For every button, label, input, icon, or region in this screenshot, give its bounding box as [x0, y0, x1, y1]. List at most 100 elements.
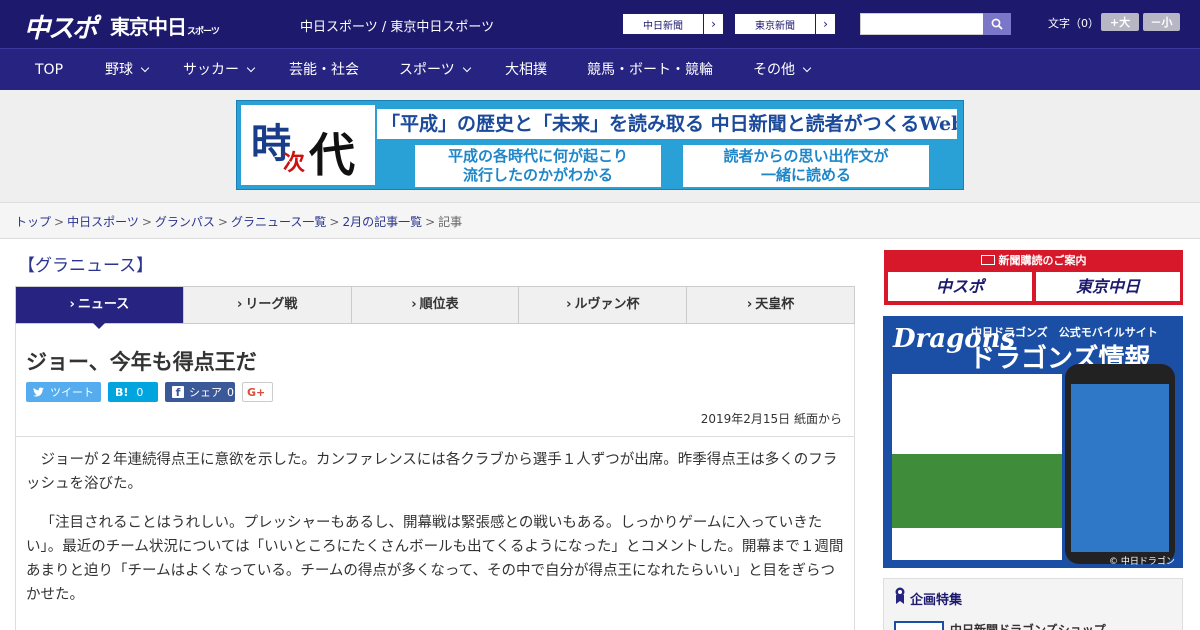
banner-box-left-line2: 流行したのかがわかる	[462, 166, 613, 184]
tab-label: リーグ戦	[245, 297, 298, 312]
chevron-down-icon	[462, 63, 471, 73]
breadcrumb-link-chuspo[interactable]: 中日スポーツ	[67, 215, 139, 229]
article-paragraph-2: 「注目されることはうれしい。プレッシャーもあるし、開幕戦は緊張感との戦いもある。…	[26, 515, 844, 603]
tweet-label: ツイート	[50, 386, 94, 399]
chunichi-shimbun-button[interactable]: 中日新聞 ›	[622, 13, 724, 35]
tab-label: 順位表	[419, 297, 459, 312]
font-size-label: 文字（0）	[1048, 17, 1099, 30]
hatena-icon: B!	[115, 385, 129, 399]
font-smaller-button[interactable]: －小	[1143, 13, 1180, 31]
tokyo-shimbun-label: 東京新聞	[755, 20, 795, 32]
nav-item-entertainment[interactable]: 芸能・社会	[289, 49, 359, 91]
facebook-count: 0	[227, 385, 234, 399]
nav-item-label: TOP	[35, 62, 64, 78]
search-button[interactable]	[983, 13, 1011, 35]
google-plus-icon: G+	[247, 385, 266, 399]
ribbon-icon	[895, 587, 905, 604]
nav-item-label: スポーツ	[399, 62, 455, 78]
tab-label: 天皇杯	[755, 297, 795, 312]
subscription-header-label: 新聞購読のご案内	[998, 254, 1087, 267]
breadcrumb-separator: >	[329, 215, 340, 229]
article-divider	[16, 436, 854, 437]
breadcrumb-link-grampus[interactable]: グランパス	[155, 215, 215, 229]
nav-item-sports[interactable]: スポーツ	[399, 49, 471, 91]
tab-league[interactable]: › リーグ戦	[184, 287, 352, 323]
breadcrumb-bar: トップ > 中日スポーツ > グランパス > グラニュース一覧 >2月の記事一覧 > 記事	[0, 202, 1200, 239]
hatena-bookmark-button[interactable]: B! 0	[108, 382, 158, 402]
breadcrumb-link-top[interactable]: トップ	[15, 215, 51, 229]
chevron-right-icon: ›	[746, 297, 753, 312]
baseball-field-image	[892, 454, 1062, 528]
chunichi-shimbun-label: 中日新聞	[643, 20, 683, 32]
search-input[interactable]	[860, 13, 984, 35]
breadcrumb-separator: >	[141, 215, 152, 229]
chevron-right-icon: ›	[703, 14, 723, 34]
nav-item-label: サッカー	[183, 62, 239, 78]
tokyo-chunichi-logo[interactable]: 東京中日スポーツ	[110, 11, 220, 40]
nav-item-label: 大相撲	[505, 62, 547, 78]
tab-levain-cup[interactable]: › ルヴァン杯	[519, 287, 688, 323]
nav-item-other[interactable]: その他	[753, 49, 812, 91]
tab-standings[interactable]: › 順位表	[352, 287, 520, 323]
font-larger-button[interactable]: +大	[1101, 13, 1139, 31]
category-tabs: › ニュース › リーグ戦 › 順位表 › ルヴァン杯 › 天皇杯	[15, 286, 855, 329]
tweet-button[interactable]: ツイート	[26, 382, 101, 402]
nav-item-baseball[interactable]: 野球	[105, 49, 150, 91]
chevron-right-icon: ›	[566, 297, 572, 312]
banner-area: 時 次 代 「平成」の歴史と「未来」を読み取る 中日新聞と読者がつくるWebサイ…	[0, 90, 1200, 202]
banner-box-right: 読者からの思い出作文が 一緒に読める	[683, 145, 929, 187]
banner-box-right-line1: 読者からの思い出作文が	[723, 147, 889, 165]
tab-label: ニュース	[77, 297, 130, 312]
main-nav: TOP 野球 サッカー 芸能・社会 スポーツ 大相撲 競馬・ボート・競輪 その他	[0, 48, 1200, 90]
tokyo-chunichi-logo-small: スポーツ	[187, 27, 220, 37]
nav-item-sumo[interactable]: 大相撲	[505, 49, 547, 91]
nav-item-label: 芸能・社会	[289, 62, 359, 78]
tab-news[interactable]: › ニュース	[16, 287, 184, 329]
banner-box-left-line1: 平成の各時代に何が起こり	[447, 147, 628, 165]
chevron-right-icon: ›	[69, 297, 75, 312]
facebook-share-button[interactable]: f シェア 0	[165, 382, 235, 402]
nav-item-top[interactable]: TOP	[35, 49, 63, 91]
nav-item-racing[interactable]: 競馬・ボート・競輪	[587, 49, 713, 91]
dragons-shop-thumbnail	[894, 621, 944, 630]
chevron-right-icon: ›	[237, 297, 243, 312]
subscribe-tokyo-chunichi-button[interactable]: 東京中日	[1036, 272, 1180, 301]
feature-item-dragons-shop[interactable]: 中日新聞ドラゴンズショップ	[950, 621, 1106, 630]
site-header: 中スポ 東京中日スポーツ 中日スポーツ / 東京中日スポーツ 中日新聞 › 東京…	[0, 0, 1200, 48]
tab-emperors-cup[interactable]: › 天皇杯	[687, 287, 854, 323]
twitter-icon	[33, 387, 44, 397]
chevron-right-icon: ›	[411, 297, 417, 312]
jidai-banner-ad[interactable]: 時 次 代 「平成」の歴史と「未来」を読み取る 中日新聞と読者がつくるWebサイ…	[236, 100, 964, 190]
article-title: ジョー、今年も得点王だ	[26, 350, 257, 374]
nav-item-label: 野球	[105, 62, 133, 78]
facebook-label: シェア	[189, 386, 222, 399]
jidai-char-2: 次	[283, 150, 306, 176]
subscription-box: 新聞購読のご案内 中スポ 東京中日	[884, 250, 1183, 305]
banner-headline: 「平成」の歴史と「未来」を読み取る 中日新聞と読者がつくるWebサイト	[377, 109, 957, 139]
breadcrumb-link-february-list[interactable]: 2月の記事一覧	[342, 215, 422, 229]
section-title: 【グラニュース】	[18, 256, 154, 276]
tab-label: ルヴァン杯	[574, 297, 640, 312]
breadcrumb-current: 記事	[438, 215, 463, 229]
breadcrumb-separator: >	[425, 215, 436, 229]
nav-item-label: その他	[753, 62, 795, 78]
subscription-header: 新聞購読のご案内	[884, 252, 1183, 268]
chuspo-logo[interactable]: 中スポ	[24, 8, 98, 45]
nav-item-soccer[interactable]: サッカー	[183, 49, 256, 91]
facebook-icon: f	[172, 386, 184, 399]
dragons-mobile-ad[interactable]: Dragons 中日ドラゴンズ 公式モバイルサイト ドラゴンズ情報 © 中日ドラ…	[883, 316, 1183, 568]
jidai-logo: 時 次 代	[241, 105, 375, 185]
hatena-count: 0	[136, 385, 144, 399]
search-icon	[991, 18, 1003, 30]
subscribe-chuspo-button[interactable]: 中スポ	[888, 272, 1032, 301]
breadcrumb-separator: >	[217, 215, 228, 229]
tokyo-chunichi-logo-text: 東京中日	[110, 15, 187, 39]
breadcrumb-link-granews-list[interactable]: グラニュース一覧	[231, 215, 326, 229]
dragons-copyright: © 中日ドラゴンズ	[1109, 557, 1175, 567]
chevron-down-icon	[802, 63, 812, 73]
chevron-right-icon: ›	[815, 14, 835, 34]
banner-box-left: 平成の各時代に何が起こり 流行したのかがわかる	[415, 145, 661, 187]
google-plus-button[interactable]: G+	[242, 382, 273, 402]
tokyo-shimbun-button[interactable]: 東京新聞 ›	[734, 13, 836, 35]
newspaper-icon	[980, 255, 995, 265]
